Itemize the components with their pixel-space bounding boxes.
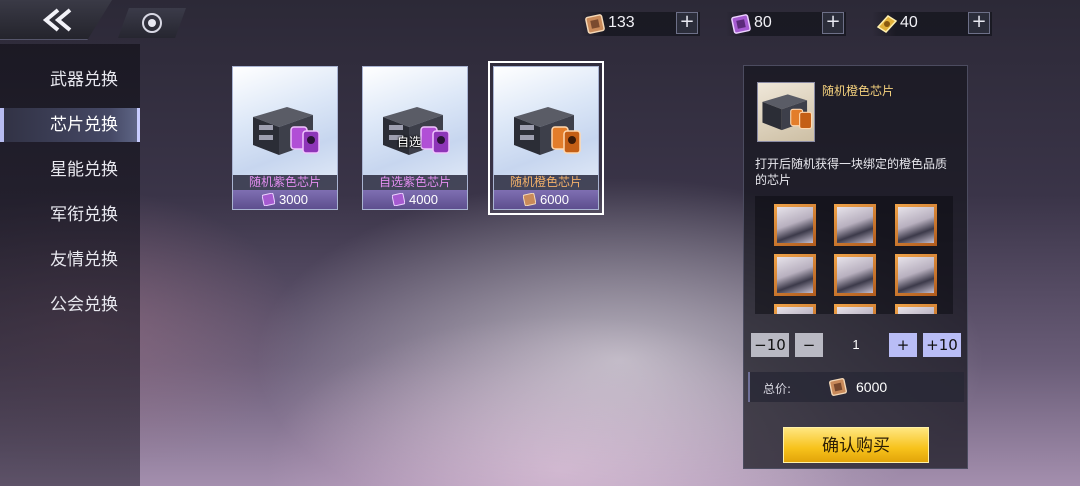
purple-ticket-icon xyxy=(731,14,751,34)
chip-chest-icon xyxy=(514,107,581,155)
currency-value: 40 xyxy=(900,14,918,31)
reward-chip[interactable] xyxy=(834,254,876,296)
exchange-category-sidebar: 武器兑换 芯片兑换 星能兑换 军衔兑换 友情兑换 公会兑换 xyxy=(0,44,140,486)
ring-icon xyxy=(142,13,162,33)
item-price-value: 3000 xyxy=(279,192,308,207)
item-thumbnail xyxy=(757,82,815,142)
item-name: 随机橙色芯片 xyxy=(494,175,598,190)
sidebar-item-weapon-exchange[interactable]: 武器兑换 xyxy=(0,63,140,97)
shop-item-card[interactable]: 随机紫色芯片 3000 xyxy=(232,66,338,210)
reward-chip[interactable] xyxy=(834,304,876,314)
currency-value: 80 xyxy=(754,14,772,31)
item-price: 3000 xyxy=(233,190,337,209)
reward-chip[interactable] xyxy=(774,254,816,296)
reward-chip[interactable] xyxy=(774,204,816,246)
sidebar-item-guild-exchange[interactable]: 公会兑换 xyxy=(0,288,140,322)
increase-10-button[interactable]: +10 xyxy=(923,333,961,357)
detail-title: 随机橙色芯片 xyxy=(822,84,895,98)
home-button[interactable] xyxy=(118,8,186,38)
card-ticket-icon xyxy=(829,378,847,396)
item-price-value: 4000 xyxy=(409,192,438,207)
total-price-row: 总价: 6000 xyxy=(748,372,964,402)
card-ticket-icon xyxy=(523,193,537,206)
card-ticket-icon xyxy=(585,14,605,34)
sidebar-item-chip-exchange[interactable]: 芯片兑换 xyxy=(0,108,140,142)
decrease-1-button[interactable]: − xyxy=(795,333,823,357)
double-chevron-left-icon xyxy=(42,8,72,32)
item-price-value: 6000 xyxy=(540,192,569,207)
shop-item-card-selected[interactable]: 随机橙色芯片 6000 xyxy=(488,61,604,215)
reward-chip[interactable] xyxy=(895,204,937,246)
reward-chip[interactable] xyxy=(774,304,816,314)
sidebar-item-friendship-exchange[interactable]: 友情兑换 xyxy=(0,243,140,277)
item-detail-panel: 随机橙色芯片 打开后随机获得一块绑定的橙色品质的芯片 −10 − 1 + +10… xyxy=(743,65,968,469)
gold-ticket-icon xyxy=(876,15,898,33)
currency-value: 133 xyxy=(608,14,635,31)
increase-1-button[interactable]: + xyxy=(889,333,917,357)
quantity-stepper: −10 − 1 + +10 xyxy=(748,331,964,359)
detail-description: 打开后随机获得一块绑定的橙色品质的芯片 xyxy=(755,157,948,187)
total-price-value: 6000 xyxy=(856,379,888,395)
add-currency-button-1[interactable]: + xyxy=(676,12,698,34)
confirm-purchase-button[interactable]: 确认购买 xyxy=(783,427,929,463)
decrease-10-button[interactable]: −10 xyxy=(751,333,789,357)
quantity-field[interactable]: 1 xyxy=(826,333,886,357)
purple-ticket-icon xyxy=(262,193,276,206)
total-price-label: 总价: xyxy=(763,382,792,396)
item-price: 4000 xyxy=(363,190,467,209)
item-name: 随机紫色芯片 xyxy=(233,175,337,190)
shop-item-card[interactable]: 自选 自选紫色芯片 4000 xyxy=(362,66,468,210)
chip-chest-icon xyxy=(383,107,450,155)
optional-select-tag: 自选 xyxy=(397,135,422,149)
purple-ticket-icon xyxy=(392,193,406,206)
item-price: 6000 xyxy=(494,190,598,209)
sidebar-item-star-energy-exchange[interactable]: 星能兑换 xyxy=(0,153,140,187)
chip-chest-icon xyxy=(762,94,813,131)
sidebar-item-rank-exchange[interactable]: 军衔兑换 xyxy=(0,198,140,232)
chip-chest-icon xyxy=(253,107,320,155)
possible-rewards-grid[interactable] xyxy=(755,196,953,314)
top-bar: 133 + 80 + 40 + xyxy=(0,0,1080,44)
back-button[interactable] xyxy=(0,0,112,40)
add-currency-button-2[interactable]: + xyxy=(822,12,844,34)
reward-chip[interactable] xyxy=(834,204,876,246)
reward-chip[interactable] xyxy=(895,304,937,314)
item-name: 自选紫色芯片 xyxy=(363,175,467,190)
add-currency-button-3[interactable]: + xyxy=(968,12,990,34)
reward-chip[interactable] xyxy=(895,254,937,296)
